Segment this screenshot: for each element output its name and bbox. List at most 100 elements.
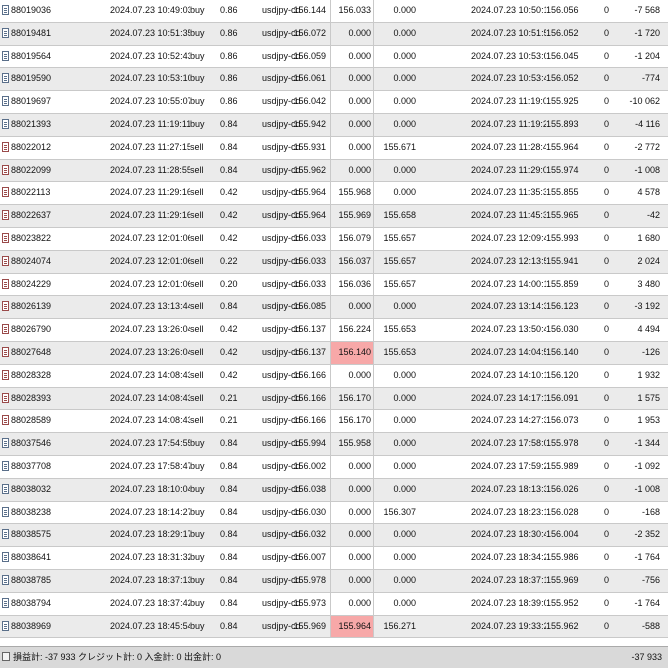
cell-ticket: 88024229 bbox=[11, 278, 52, 289]
cell-ticket: 88021393 bbox=[11, 118, 52, 129]
summary-text: 損益計: -37 933 クレジット計: 0 入金計: 0 出金計: 0 bbox=[13, 652, 222, 662]
cell-close-price: 156.004 bbox=[546, 529, 579, 540]
cell-volume: 0.42 bbox=[220, 346, 238, 357]
cell-tp: 0.000 bbox=[373, 478, 418, 501]
table-row[interactable]: 88037708 2024.07.23 17:58:47 buy 0.84 usdjpy… bbox=[0, 455, 668, 479]
table-row[interactable]: 88022113 2024.07.23 11:29:16 sell 0.42 usdjp… bbox=[0, 182, 668, 206]
table-row[interactable]: 88024229 2024.07.23 12:01:06 sell 0.20 usdjp… bbox=[0, 273, 668, 297]
table-row[interactable]: 88019036 2024.07.23 10:49:03 buy 0.86 usdjpy… bbox=[0, 0, 668, 23]
cell-open-price: 155.964 bbox=[293, 210, 326, 221]
cell-sl: 156.170 bbox=[330, 387, 373, 410]
cell-tp: 0.000 bbox=[373, 524, 418, 547]
table-row[interactable]: 88028393 2024.07.23 14:08:43 sell 0.21 usdjp… bbox=[0, 387, 668, 411]
cell-volume: 0.84 bbox=[220, 301, 238, 312]
cell-type: sell bbox=[190, 392, 204, 403]
table-row[interactable]: 88019590 2024.07.23 10:53:10 buy 0.86 usdjpy… bbox=[0, 68, 668, 92]
table-row[interactable]: 88038785 2024.07.23 18:37:13 buy 0.84 usdjpy… bbox=[0, 569, 668, 593]
cell-volume: 0.42 bbox=[220, 187, 238, 198]
cell-open-time: 2024.07.23 11:28:55 bbox=[110, 164, 190, 175]
table-row[interactable]: 88024074 2024.07.23 12:01:06 sell 0.22 usdjp… bbox=[0, 250, 668, 274]
cell-sl: 0.000 bbox=[330, 296, 373, 319]
cell-open-time: 2024.07.23 17:54:55 bbox=[110, 438, 190, 449]
cell-volume: 0.86 bbox=[220, 5, 238, 15]
cell-type: buy bbox=[190, 597, 205, 608]
cell-close-price: 155.941 bbox=[546, 255, 579, 266]
cell-open-price: 156.166 bbox=[293, 415, 326, 426]
cell-type: sell bbox=[190, 415, 204, 426]
cell-ticket: 88026790 bbox=[11, 324, 52, 335]
cell-tp: 0.000 bbox=[373, 22, 418, 45]
table-row[interactable]: 88028328 2024.07.23 14:08:43 sell 0.42 usdjp… bbox=[0, 364, 668, 388]
table-row[interactable]: 88028589 2024.07.23 14:08:43 sell 0.21 usdjp… bbox=[0, 410, 668, 434]
cell-close-time: 2024.07.23 14:27:36 bbox=[471, 415, 546, 426]
cell-volume: 0.86 bbox=[220, 27, 238, 38]
cell-open-price: 156.030 bbox=[293, 506, 326, 517]
order-buy-icon bbox=[2, 96, 9, 107]
cell-close-time: 2024.07.23 18:39:02 bbox=[471, 597, 546, 608]
table-row[interactable]: 88019697 2024.07.23 10:55:07 buy 0.86 usdjpy… bbox=[0, 91, 668, 114]
table-row[interactable]: 88021393 2024.07.23 11:19:11 buy 0.84 usdjpy… bbox=[0, 113, 668, 137]
table-row[interactable]: 88022637 2024.07.23 11:29:16 sell 0.42 usdjp… bbox=[0, 205, 668, 228]
cell-ticket: 88038785 bbox=[11, 574, 52, 585]
cell-profit: -1 204 bbox=[634, 50, 660, 61]
cell-close-time: 2024.07.23 18:13:34 bbox=[471, 483, 546, 494]
table-row[interactable]: 88019564 2024.07.23 10:52:43 buy 0.86 usdjpy… bbox=[0, 45, 668, 69]
table-row[interactable]: 88038794 2024.07.23 18:37:42 buy 0.84 usdjpy… bbox=[0, 592, 668, 616]
cell-open-price: 156.085 bbox=[293, 301, 326, 312]
cell-type: sell bbox=[190, 164, 204, 175]
cell-profit: 4 578 bbox=[637, 187, 660, 198]
cell-close-time: 2024.07.23 18:30:44 bbox=[471, 529, 546, 540]
table-row[interactable]: 88038641 2024.07.23 18:31:32 buy 0.84 usdjpy… bbox=[0, 547, 668, 570]
table-row[interactable]: 88026790 2024.07.23 13:26:04 sell 0.42 usdjp… bbox=[0, 319, 668, 342]
table-row[interactable]: 88037546 2024.07.23 17:54:55 buy 0.84 usdjpy… bbox=[0, 433, 668, 456]
cell-profit: 3 480 bbox=[637, 278, 660, 289]
order-buy-icon bbox=[2, 438, 9, 449]
cell-close-price: 156.056 bbox=[546, 5, 579, 15]
cell-close-time: 2024.07.23 11:45:37 bbox=[471, 210, 546, 221]
cell-open-time: 2024.07.23 13:26:04 bbox=[110, 324, 190, 335]
cell-close-price: 156.028 bbox=[546, 506, 579, 517]
cell-open-price: 156.032 bbox=[293, 529, 326, 540]
table-row[interactable]: 88038238 2024.07.23 18:14:27 buy 0.84 usdjpy… bbox=[0, 501, 668, 525]
cell-profit: -168 bbox=[641, 506, 660, 517]
cell-close-time: 2024.07.23 18:23:17 bbox=[471, 506, 546, 517]
order-sell-icon bbox=[2, 278, 9, 289]
cell-type: sell bbox=[190, 210, 204, 221]
cell-open-time: 2024.07.23 14:08:43 bbox=[110, 415, 190, 426]
cell-ticket: 88023822 bbox=[11, 232, 52, 243]
cell-close-time: 2024.07.23 14:04:50 bbox=[471, 346, 546, 357]
cell-tp: 0.000 bbox=[373, 410, 418, 433]
table-row[interactable]: 88038575 2024.07.23 18:29:17 buy 0.84 usdjpy… bbox=[0, 524, 668, 548]
table-row[interactable]: 88027648 2024.07.23 13:26:04 sell 0.42 usdjp… bbox=[0, 341, 668, 365]
cell-close-time: 2024.07.23 11:35:38 bbox=[471, 187, 546, 198]
table-row[interactable]: 88026139 2024.07.23 13:13:44 sell 0.84 usdjp… bbox=[0, 296, 668, 320]
cell-ticket: 88028328 bbox=[11, 369, 52, 380]
table-row[interactable]: 88022012 2024.07.23 11:27:15 sell 0.84 usdjp… bbox=[0, 136, 668, 160]
table-row[interactable]: 88038969 2024.07.23 18:45:54 buy 0.84 usdjpy… bbox=[0, 615, 668, 639]
order-buy-icon bbox=[2, 5, 9, 15]
cell-tp: 0.000 bbox=[373, 547, 418, 569]
cell-close-time: 2024.07.23 10:50:17 bbox=[471, 5, 546, 15]
cell-sl: 0.000 bbox=[330, 455, 373, 478]
table-row[interactable]: 88023822 2024.07.23 12:01:06 sell 0.42 usdjp… bbox=[0, 227, 668, 251]
cell-open-time: 2024.07.23 18:37:42 bbox=[110, 597, 190, 608]
cell-volume: 0.42 bbox=[220, 210, 238, 221]
cell-open-time: 2024.07.23 17:58:47 bbox=[110, 460, 190, 471]
order-buy-icon bbox=[2, 118, 9, 129]
cell-tp: 0.000 bbox=[373, 592, 418, 615]
table-row[interactable]: 88019481 2024.07.23 10:51:35 buy 0.86 usdjpy… bbox=[0, 22, 668, 46]
cell-sl: 155.968 bbox=[330, 182, 373, 205]
cell-open-price: 156.059 bbox=[293, 50, 326, 61]
cell-close-price: 156.073 bbox=[546, 415, 579, 426]
cell-open-time: 2024.07.23 18:37:13 bbox=[110, 574, 190, 585]
cell-profit: -2 352 bbox=[634, 529, 660, 540]
cell-volume: 0.21 bbox=[220, 415, 238, 426]
cell-sl: 0.000 bbox=[330, 91, 373, 113]
table-row[interactable]: 88022099 2024.07.23 11:28:55 sell 0.84 usdjp… bbox=[0, 159, 668, 183]
table-row[interactable]: 88038032 2024.07.23 18:10:04 buy 0.84 usdjpy… bbox=[0, 478, 668, 502]
cell-close-time: 2024.07.23 18:37:18 bbox=[471, 574, 546, 585]
cell-close-price: 155.964 bbox=[546, 141, 579, 152]
cell-sl: 156.037 bbox=[330, 250, 373, 273]
order-sell-icon bbox=[2, 232, 9, 243]
cell-tp: 0.000 bbox=[373, 113, 418, 136]
